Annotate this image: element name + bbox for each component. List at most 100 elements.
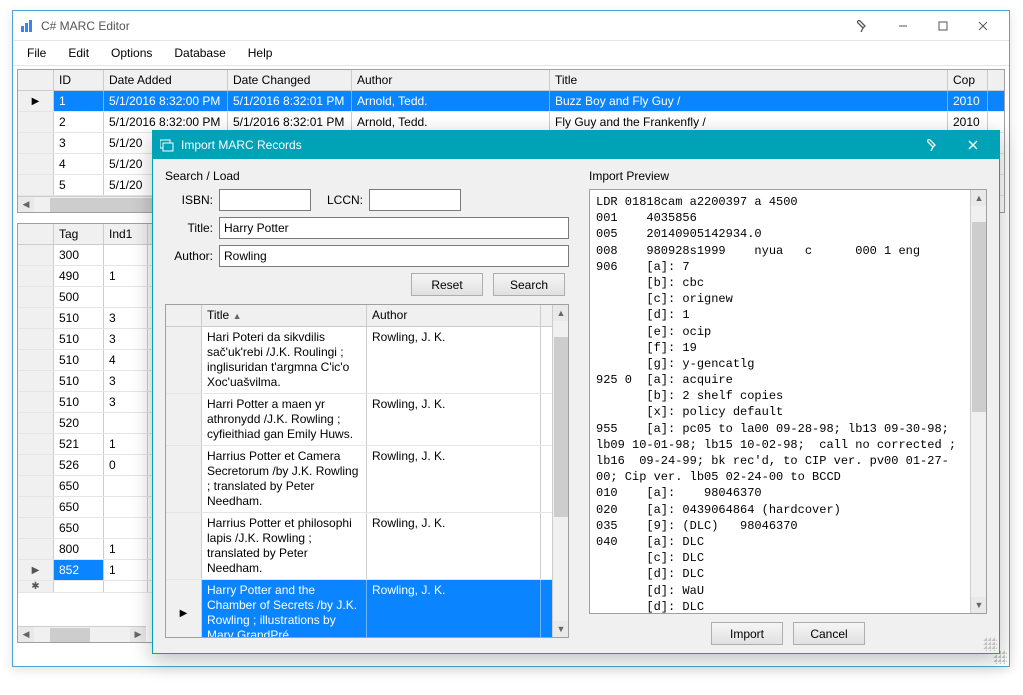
row-handle[interactable] [18,497,54,517]
main-title: C# MARC Editor [41,19,843,33]
row-handle[interactable] [166,394,202,445]
results-grid[interactable]: Title ▲ Author Hari Poteri da sikvdilis … [165,304,569,638]
tags-row[interactable]: 5260 [18,455,162,476]
row-handle[interactable] [18,392,54,412]
col-result-title[interactable]: Title ▲ [202,305,367,326]
title-label: Title: [165,221,213,235]
col-cop[interactable]: Cop [948,70,988,90]
row-handle[interactable]: ✱ [18,581,54,592]
col-title[interactable]: Title [550,70,948,90]
preview-box[interactable]: LDR 01818cam a2200397 a 4500 001 4035856… [589,189,987,614]
menu-options[interactable]: Options [101,43,162,63]
row-handle[interactable] [18,539,54,559]
isbn-input[interactable] [219,189,311,211]
col-ind1[interactable]: Ind1 [104,224,148,244]
tags-grid[interactable]: Tag Ind1 3004901500510351035104510351035… [17,223,163,643]
cancel-button[interactable]: Cancel [793,622,865,645]
row-handle[interactable] [18,154,54,174]
row-handle[interactable] [166,327,202,393]
import-button[interactable]: Import [711,622,783,645]
app-icon [19,18,35,34]
result-row[interactable]: Harri Potter a maen yr athronydd /J.K. R… [166,394,568,446]
author-input[interactable] [219,245,569,267]
menu-help[interactable]: Help [238,43,283,63]
menu-edit[interactable]: Edit [58,43,99,63]
main-titlebar[interactable]: C# MARC Editor [13,11,1009,41]
row-handle[interactable] [18,413,54,433]
lccn-label: LCCN: [323,193,363,207]
tags-row[interactable]: 5103 [18,392,162,413]
author-label: Author: [165,249,213,263]
tags-row[interactable]: ✱ [18,581,162,593]
row-handle[interactable] [18,476,54,496]
minimize-button[interactable] [883,12,923,40]
close-button[interactable] [963,12,1003,40]
dialog-icon [159,137,175,153]
row-handle[interactable]: ▶ [18,560,54,580]
row-handle[interactable] [18,287,54,307]
result-row[interactable]: Harrius Potter et Camera Secretorum /by … [166,446,568,513]
row-handle[interactable] [18,245,54,265]
dialog-pin-icon[interactable] [913,132,953,158]
row-handle[interactable] [18,112,54,132]
col-author[interactable]: Author [352,70,550,90]
tags-row[interactable]: 5104 [18,350,162,371]
col-tag[interactable]: Tag [54,224,104,244]
menu-database[interactable]: Database [164,43,235,63]
maximize-button[interactable] [923,12,963,40]
row-handle[interactable] [18,455,54,475]
records-row[interactable]: ▶15/1/2016 8:32:00 PM5/1/2016 8:32:01 PM… [18,91,1004,112]
row-handle[interactable] [18,308,54,328]
tags-row[interactable]: 300 [18,245,162,266]
tags-grid-header: Tag Ind1 [18,224,162,245]
search-button[interactable]: Search [493,273,565,296]
tags-row[interactable]: 5211 [18,434,162,455]
search-group-label: Search / Load [165,169,569,183]
dialog-resize-grip[interactable] [983,637,997,651]
tags-row[interactable]: 5103 [18,308,162,329]
row-handle[interactable] [18,329,54,349]
row-handle[interactable] [18,266,54,286]
result-row[interactable]: Hari Poteri da sikvdilis sač'uk'rebi /J.… [166,327,568,394]
col-id[interactable]: ID [54,70,104,90]
tags-row[interactable]: 5103 [18,329,162,350]
row-handle[interactable] [18,175,54,195]
row-handle[interactable]: ▶ [18,91,54,111]
row-handle[interactable] [18,350,54,370]
tags-row[interactable]: 8001 [18,539,162,560]
menubar: File Edit Options Database Help [13,41,1009,66]
tags-row[interactable]: 650 [18,476,162,497]
tags-row[interactable]: 520 [18,413,162,434]
results-grid-vscroll[interactable]: ▲ ▼ [552,305,568,637]
title-input[interactable] [219,217,569,239]
reset-button[interactable]: Reset [411,273,483,296]
result-row[interactable]: Harrius Potter et philosophi lapis /J.K.… [166,513,568,580]
preview-vscroll[interactable]: ▲ ▼ [970,190,986,613]
row-handle[interactable] [18,133,54,153]
row-handle[interactable] [166,446,202,512]
row-handle[interactable] [18,371,54,391]
col-date-added[interactable]: Date Added [104,70,228,90]
dialog-titlebar[interactable]: Import MARC Records [153,131,999,159]
tags-row[interactable]: 4901 [18,266,162,287]
pin-icon[interactable] [843,12,883,40]
menu-file[interactable]: File [17,43,56,63]
tags-row[interactable]: 500 [18,287,162,308]
row-handle[interactable] [166,513,202,579]
tags-row[interactable]: 650 [18,518,162,539]
results-grid-header: Title ▲ Author [166,305,568,327]
tags-row[interactable]: 5103 [18,371,162,392]
lccn-input[interactable] [369,189,461,211]
dialog-title: Import MARC Records [181,138,913,152]
row-handle[interactable]: ▶ [166,580,202,638]
col-result-author[interactable]: Author [367,305,541,326]
tags-grid-hscroll[interactable]: ◀ ▶ [18,626,146,642]
dialog-close-button[interactable] [953,132,993,158]
tags-row[interactable]: ▶8521 [18,560,162,581]
row-handle[interactable] [18,434,54,454]
preview-text: LDR 01818cam a2200397 a 4500 001 4035856… [590,190,986,614]
row-handle[interactable] [18,518,54,538]
col-date-changed[interactable]: Date Changed [228,70,352,90]
tags-row[interactable]: 650 [18,497,162,518]
result-row[interactable]: ▶Harry Potter and the Chamber of Secrets… [166,580,568,638]
